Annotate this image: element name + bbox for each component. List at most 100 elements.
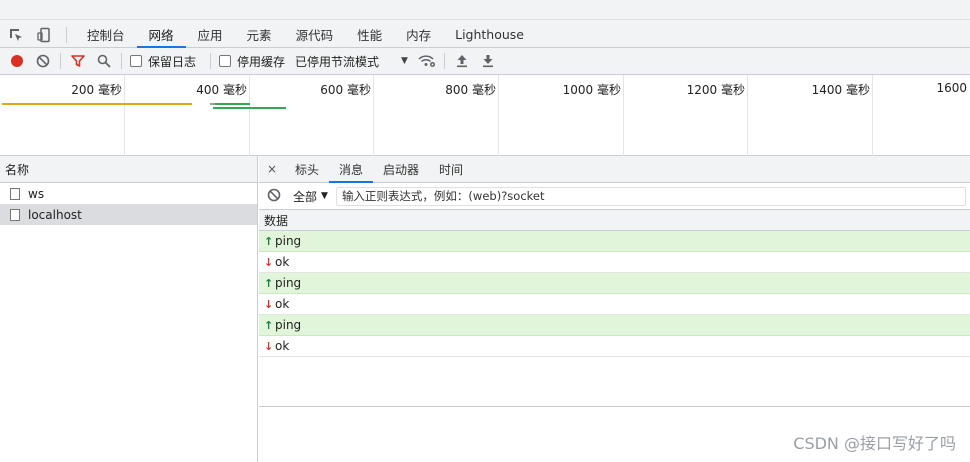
message-data: ok xyxy=(275,339,290,353)
tab-application[interactable]: 应用 xyxy=(186,21,235,48)
inspect-element-icon[interactable] xyxy=(2,21,30,48)
grid-line xyxy=(623,75,624,156)
message-row-sent[interactable]: ↑ ping xyxy=(259,231,970,252)
messages-filter-bar: 全部 ▼ xyxy=(259,183,970,210)
network-toolbar: 保留日志 停用缓存 已停用节流模式 ▼ xyxy=(0,48,970,75)
filter-button[interactable] xyxy=(65,48,91,74)
toolbar-divider xyxy=(121,53,122,69)
download-icon xyxy=(482,55,493,68)
request-bar-green xyxy=(213,107,286,109)
messages-empty-space xyxy=(259,357,970,407)
grid-line xyxy=(373,75,374,156)
request-bar-green xyxy=(215,103,250,105)
request-name: ws xyxy=(28,186,45,201)
message-type-select[interactable]: 全部 ▼ xyxy=(293,188,328,205)
chevron-down-icon: ▼ xyxy=(401,56,408,66)
toolbar-divider xyxy=(443,53,445,69)
throttling-value: 已停用节流模式 xyxy=(295,54,380,69)
grid-line xyxy=(124,75,125,156)
network-conditions-button[interactable] xyxy=(414,48,440,74)
tab-messages[interactable]: 消息 xyxy=(329,156,374,183)
search-button[interactable] xyxy=(91,48,117,74)
watermark: CSDN @接口写好了吗 xyxy=(793,434,956,453)
timeline-tick-label: 1200 毫秒 xyxy=(686,83,745,97)
column-header-name[interactable]: 名称 xyxy=(0,156,257,183)
toolbar-divider xyxy=(210,53,212,69)
message-row-received[interactable]: ↓ ok xyxy=(259,252,970,273)
grid-line xyxy=(498,75,499,156)
wifi-settings-icon xyxy=(418,55,435,67)
tab-headers[interactable]: 标头 xyxy=(285,156,329,183)
arrow-up-icon: ↑ xyxy=(264,318,274,332)
request-list: 名称 ws localhost xyxy=(0,156,258,462)
clear-icon xyxy=(36,54,50,68)
preserve-log-label: 保留日志 xyxy=(148,54,197,69)
request-name: localhost xyxy=(28,207,82,222)
message-row-received[interactable]: ↓ ok xyxy=(259,294,970,315)
request-bar-orange xyxy=(2,103,192,105)
disable-cache-checkbox[interactable]: 停用缓存 xyxy=(219,53,285,70)
search-icon xyxy=(97,54,111,68)
message-type-value: 全部 xyxy=(293,189,318,204)
arrow-down-icon: ↓ xyxy=(264,339,274,353)
request-row-ws[interactable]: ws xyxy=(0,183,257,204)
timeline-tick-label: 1400 毫秒 xyxy=(811,83,870,97)
message-data: ping xyxy=(275,234,302,248)
device-toolbar-icon[interactable] xyxy=(30,21,58,48)
record-button[interactable] xyxy=(4,48,30,74)
request-detail: × 标头 消息 启动器 时间 全部 ▼ 数据 ↑ ping ↓ ok ↑ pin… xyxy=(259,156,970,462)
message-data: ping xyxy=(275,318,302,332)
tab-performance[interactable]: 性能 xyxy=(345,21,394,48)
message-data: ok xyxy=(275,255,290,269)
checkbox-box[interactable] xyxy=(130,55,142,67)
message-data: ping xyxy=(275,276,302,290)
message-filter-input[interactable] xyxy=(335,186,966,206)
column-header-data[interactable]: 数据 xyxy=(259,210,970,231)
timeline-tick-label: 800 毫秒 xyxy=(445,83,496,97)
request-row-localhost[interactable]: localhost xyxy=(0,204,257,225)
arrow-down-icon: ↓ xyxy=(264,297,274,311)
throttling-select[interactable]: 已停用节流模式 ▼ xyxy=(295,53,408,70)
message-row-received[interactable]: ↓ ok xyxy=(259,336,970,357)
toolbar-divider xyxy=(66,26,67,43)
clear-messages-icon[interactable] xyxy=(267,188,281,205)
chevron-down-icon: ▼ xyxy=(321,191,328,201)
filter-icon xyxy=(71,55,85,67)
export-har-button[interactable] xyxy=(475,48,501,74)
checkbox-box[interactable] xyxy=(219,55,232,67)
file-icon xyxy=(10,187,20,200)
devtools-tabbar: 控制台 网络 应用 元素 源代码 性能 内存 Lighthouse xyxy=(0,0,970,48)
arrow-up-icon: ↑ xyxy=(264,276,274,290)
detail-tabbar: × 标头 消息 启动器 时间 xyxy=(259,156,970,183)
file-icon xyxy=(10,208,20,221)
timeline-tick-label: 1600 xyxy=(936,81,967,95)
grid-line xyxy=(249,75,250,156)
close-icon[interactable]: × xyxy=(259,156,285,183)
upload-icon xyxy=(456,55,467,68)
message-row-sent[interactable]: ↑ ping xyxy=(259,315,970,336)
tab-console[interactable]: 控制台 xyxy=(75,21,137,48)
network-overview[interactable]: 200 毫秒 400 毫秒 600 毫秒 800 毫秒 1000 毫秒 1200… xyxy=(0,75,970,156)
tab-memory[interactable]: 内存 xyxy=(394,21,443,48)
message-data: ok xyxy=(275,297,290,311)
timeline-tick-label: 1000 毫秒 xyxy=(562,83,621,97)
preserve-log-checkbox[interactable]: 保留日志 xyxy=(130,53,196,70)
timeline-tick-label: 200 毫秒 xyxy=(71,83,122,97)
import-har-button[interactable] xyxy=(449,48,475,74)
disable-cache-label: 停用缓存 xyxy=(237,54,286,69)
clear-button[interactable] xyxy=(30,48,56,74)
tab-timing[interactable]: 时间 xyxy=(429,156,473,183)
window-top-strip xyxy=(0,0,970,20)
tab-network[interactable]: 网络 xyxy=(136,21,186,48)
grid-line xyxy=(747,75,748,156)
message-row-sent[interactable]: ↑ ping xyxy=(259,273,970,294)
toolbar-divider xyxy=(60,53,61,69)
tab-lighthouse[interactable]: Lighthouse xyxy=(443,21,536,48)
arrow-down-icon: ↓ xyxy=(264,255,274,269)
tab-elements[interactable]: 元素 xyxy=(235,21,284,48)
timeline-tick-label: 600 毫秒 xyxy=(320,83,371,97)
tab-sources[interactable]: 源代码 xyxy=(284,21,346,48)
arrow-up-icon: ↑ xyxy=(264,234,274,248)
tab-initiator[interactable]: 启动器 xyxy=(373,156,429,183)
timeline-tick-label: 400 毫秒 xyxy=(196,83,247,97)
